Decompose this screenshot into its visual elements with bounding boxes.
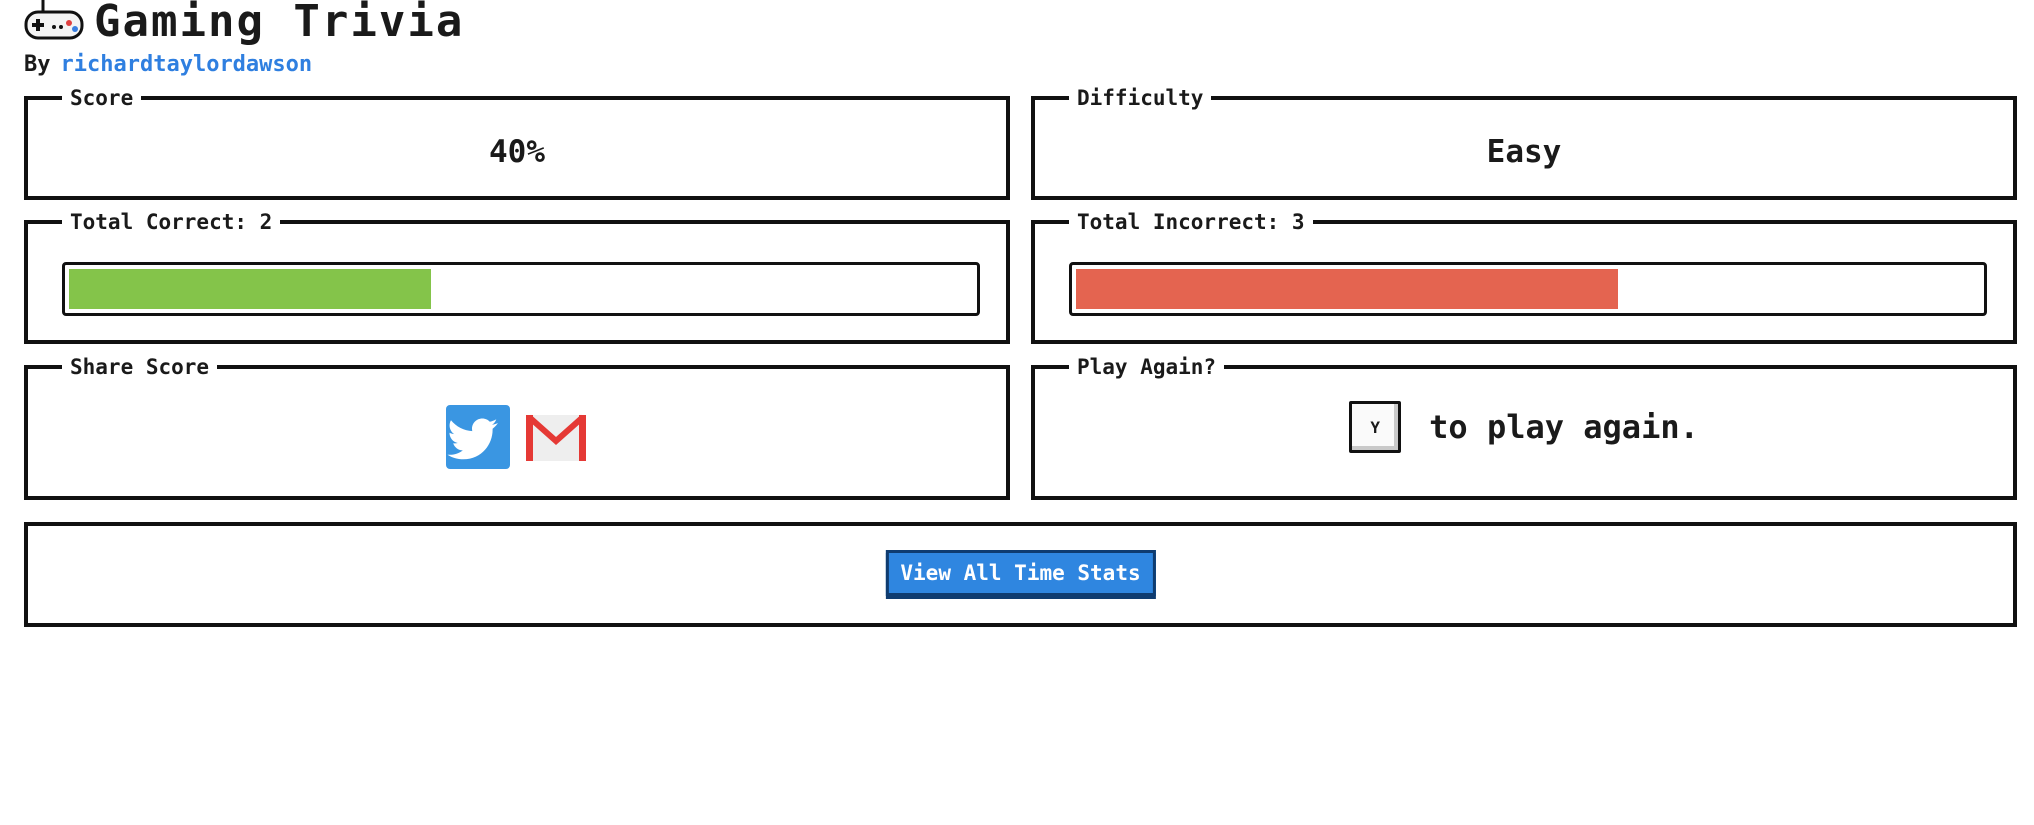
share-panel: Share Score: [24, 355, 1010, 500]
twitter-icon[interactable]: [446, 405, 510, 469]
share-label: Share Score: [62, 355, 218, 379]
author-link[interactable]: richardtaylordawson: [61, 52, 313, 77]
gamepad-icon: [24, 0, 84, 40]
incorrect-progress-fill: [1076, 269, 1618, 309]
correct-panel: Total Correct: 2: [24, 210, 1010, 344]
byline: By richardtaylordawson: [24, 52, 312, 77]
title-row: Gaming Trivia: [24, 0, 464, 44]
correct-progress-fill: [69, 269, 431, 309]
correct-label: Total Correct: 2: [62, 210, 281, 234]
page-header: Gaming Trivia: [24, 0, 464, 44]
difficulty-value: Easy: [1486, 134, 1562, 170]
incorrect-panel: Total Incorrect: 3: [1031, 210, 2017, 344]
incorrect-progress-bar: [1069, 262, 1987, 316]
view-all-time-stats-button[interactable]: View All Time Stats: [885, 550, 1156, 596]
play-again-text: to play again.: [1429, 408, 1699, 446]
gmail-icon[interactable]: [524, 405, 588, 469]
score-label: Score: [62, 86, 142, 110]
score-panel: Score 40%: [24, 86, 1010, 200]
by-label: By: [24, 52, 51, 77]
play-again-panel: Play Again? Y to play again.: [1031, 355, 2017, 500]
score-value: 40%: [489, 134, 545, 170]
share-icons: [28, 405, 1006, 469]
play-again-label: Play Again?: [1069, 355, 1225, 379]
correct-progress-bar: [62, 262, 980, 316]
incorrect-label: Total Incorrect: 3: [1069, 210, 1313, 234]
play-again-row: Y to play again.: [1035, 401, 2013, 453]
difficulty-panel: Difficulty Easy: [1031, 86, 2017, 200]
difficulty-label: Difficulty: [1069, 86, 1212, 110]
page-title: Gaming Trivia: [94, 0, 465, 47]
stats-panel: View All Time Stats: [24, 522, 2017, 627]
y-key[interactable]: Y: [1349, 401, 1402, 453]
